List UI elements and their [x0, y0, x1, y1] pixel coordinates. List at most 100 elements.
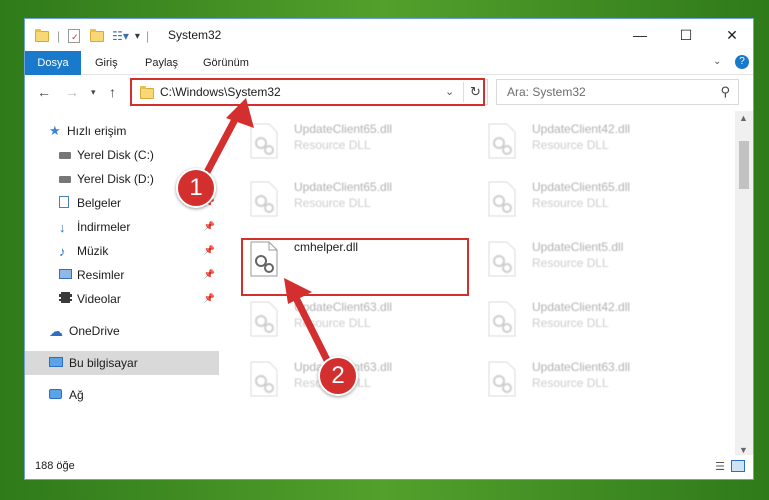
dll-file-icon [250, 123, 278, 159]
help-icon[interactable]: ? [735, 55, 749, 69]
item-count: 188 öğe [35, 460, 75, 472]
quick-access-toolbar: | ✓ ☷▾ ▾ | [35, 27, 149, 45]
search-box[interactable]: Ara: System32 ⚲ [496, 79, 739, 105]
ribbon-tabs: Dosya Giriş Paylaş Görünüm ⌄ ? [25, 51, 753, 103]
file-type: Resource DLL [532, 256, 609, 270]
search-icon[interactable]: ⚲ [720, 84, 730, 100]
dll-file-icon [250, 181, 278, 217]
file-name: UpdateClient5.dll [532, 240, 624, 254]
dll-file-icon [488, 241, 516, 277]
file-name: UpdateClient65.dll [294, 122, 393, 136]
sidebar-item-onedrive[interactable]: ☁ OneDrive [25, 319, 219, 343]
drive-icon [59, 172, 77, 186]
dll-file-icon [488, 123, 516, 159]
music-icon: ♪ [59, 243, 66, 259]
sidebar-item-label: Müzik [77, 244, 109, 258]
scroll-up-icon[interactable]: ▲ [739, 113, 748, 123]
status-bar: 188 öğe ☰ [25, 455, 753, 479]
sidebar-item-label: Videolar [77, 292, 121, 306]
dll-file-icon [250, 301, 278, 337]
navigation-pane: ★ Hızlı erişim Yerel Disk (C:) Yerel Dis… [25, 111, 219, 457]
toolbar-divider: | [57, 29, 61, 43]
toolbar-divider: | [145, 29, 150, 43]
pin-icon: 📌 [203, 221, 215, 231]
callout-1: 1 [176, 168, 216, 208]
minimize-button[interactable]: — [617, 19, 663, 51]
maximize-button[interactable]: ☐ [663, 19, 709, 51]
list-item[interactable]: UpdateClient63.dll Resource DLL [239, 295, 459, 347]
drive-icon [59, 148, 77, 162]
address-bar-highlight [130, 78, 485, 106]
document-icon [59, 195, 77, 211]
sidebar-item-network[interactable]: Ağ [25, 383, 219, 407]
list-item[interactable]: UpdateClient65.dll Resource DLL [239, 117, 459, 169]
pin-icon: 📌 [203, 293, 215, 303]
close-button[interactable]: ✕ [709, 19, 753, 51]
network-icon [49, 388, 69, 402]
file-name: UpdateClient65.dll [532, 180, 631, 194]
file-name: UpdateClient42.dll [532, 122, 631, 136]
properties-icon[interactable]: ✓ [68, 29, 81, 43]
list-item[interactable]: UpdateClient63.dll Resource DLL [477, 355, 697, 407]
file-type: Resource DLL [532, 376, 609, 390]
forward-arrow-icon[interactable]: → [65, 84, 79, 100]
new-folder-icon[interactable] [90, 28, 105, 42]
sidebar-item-this-pc[interactable]: Bu bilgisayar [25, 351, 219, 375]
file-name: UpdateClient65.dll [294, 180, 393, 194]
sidebar-item-label: Hızlı erişim [67, 124, 127, 138]
sidebar-item-label: Ağ [69, 388, 84, 402]
computer-icon [49, 356, 69, 370]
up-arrow-icon[interactable]: ↑ [109, 84, 116, 100]
back-arrow-icon[interactable]: ← [37, 84, 51, 100]
recent-locations-icon[interactable]: ▾ [91, 87, 96, 98]
list-item[interactable]: UpdateClient5.dll Resource DLL [477, 235, 697, 287]
file-type: Resource DLL [532, 138, 609, 152]
sidebar-item-label: Yerel Disk (D:) [77, 172, 154, 186]
sidebar-item-label: Yerel Disk (C:) [77, 148, 154, 162]
file-type: Resource DLL [294, 196, 371, 210]
tab-share[interactable]: Paylaş [135, 51, 188, 75]
search-placeholder: Ara: System32 [507, 85, 586, 99]
list-item[interactable]: UpdateClient42.dll Resource DLL [477, 117, 697, 169]
view-options-icon[interactable]: ☷▾ [112, 29, 129, 43]
cloud-icon: ☁ [49, 322, 63, 339]
sidebar-item-videos[interactable]: Videolar 📌 [25, 287, 219, 311]
dll-file-icon [250, 361, 278, 397]
sidebar-item-label: İndirmeler [77, 220, 131, 234]
sidebar-item-label: Bu bilgisayar [69, 356, 138, 370]
star-icon: ★ [49, 123, 61, 138]
title-bar: | ✓ ☷▾ ▾ | System32 — ☐ ✕ [25, 19, 753, 51]
expand-ribbon-icon[interactable]: ⌄ [713, 56, 721, 67]
scroll-down-icon[interactable]: ▼ [739, 445, 748, 455]
callout-2: 2 [318, 356, 358, 396]
customize-toolbar-icon[interactable]: ▾ [135, 31, 140, 42]
download-icon: ↓ [59, 219, 66, 235]
film-icon [59, 292, 77, 306]
dll-file-icon [488, 361, 516, 397]
details-view-icon[interactable]: ☰ [715, 460, 725, 473]
list-item[interactable]: UpdateClient65.dll Resource DLL [239, 175, 459, 227]
pin-icon: 📌 [203, 245, 215, 255]
vertical-scrollbar[interactable]: ▲ ▼ [735, 111, 753, 457]
sidebar-item-quick-access[interactable]: ★ Hızlı erişim [25, 119, 219, 143]
file-type: Resource DLL [532, 196, 609, 210]
list-item[interactable]: UpdateClient42.dll Resource DLL [477, 295, 697, 347]
sidebar-item-pictures[interactable]: Resimler 📌 [25, 263, 219, 287]
file-highlight [241, 238, 469, 296]
file-name: UpdateClient42.dll [532, 300, 631, 314]
scrollbar-thumb[interactable] [739, 141, 749, 189]
sidebar-item-label: Resimler [77, 268, 125, 282]
sidebar-item-label: Belgeler [77, 196, 122, 210]
dll-file-icon [488, 181, 516, 217]
sidebar-item-local-disk-c[interactable]: Yerel Disk (C:) [25, 143, 219, 167]
sidebar-item-music[interactable]: ♪ Müzik 📌 [25, 239, 219, 263]
list-item[interactable]: UpdateClient65.dll Resource DLL [477, 175, 697, 227]
file-type: Resource DLL [294, 138, 371, 152]
sidebar-item-downloads[interactable]: ↓ İndirmeler 📌 [25, 215, 219, 239]
folder-icon [35, 28, 49, 42]
large-icons-view-icon[interactable] [731, 460, 745, 472]
tab-view[interactable]: Görünüm [193, 51, 259, 75]
tab-home[interactable]: Giriş [85, 51, 128, 75]
file-name: UpdateClient63.dll [294, 300, 393, 314]
dll-file-icon [488, 301, 516, 337]
